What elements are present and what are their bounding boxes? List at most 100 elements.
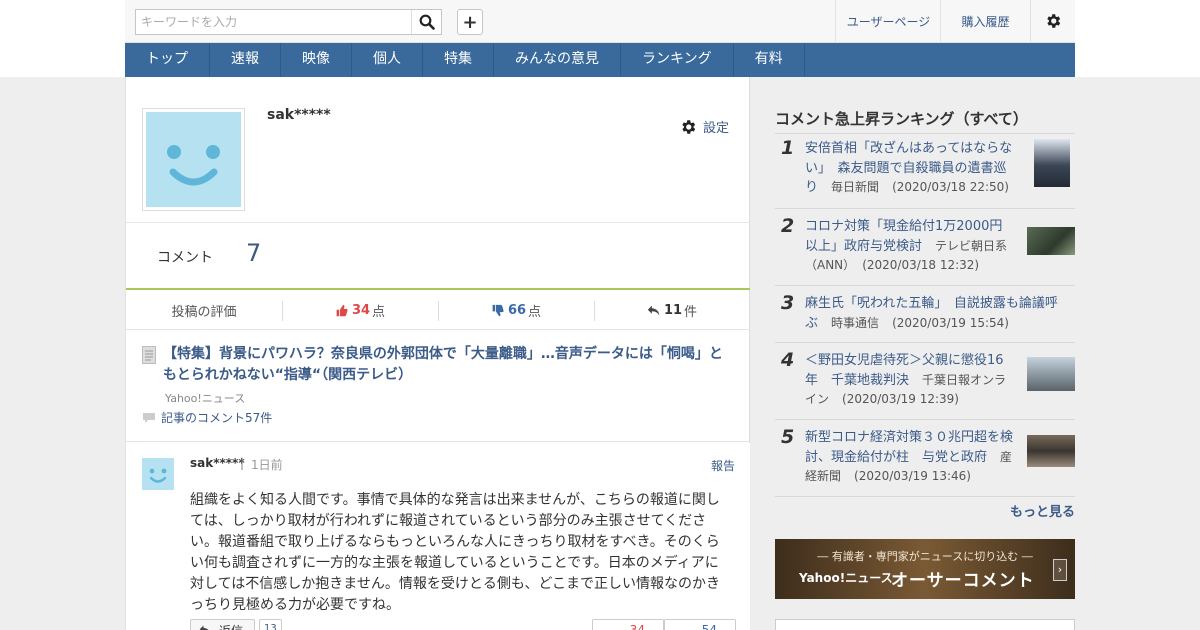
ranking-item-source: 時事通信 <box>831 315 880 330</box>
header-bar: + ユーザーページ 購入履歴 <box>125 0 1075 43</box>
nav-item-breaking[interactable]: 速報 <box>210 43 281 77</box>
ranking-item-title: 新型コロナ経済対策３０兆円超を検討、現金給付が柱 与党と政府 <box>805 430 1014 465</box>
more-link[interactable]: もっと見る <box>1010 501 1075 520</box>
thumbs-up-icon <box>336 304 348 317</box>
ranking-thumbnail <box>1027 227 1075 255</box>
main-nav: トップ 速報 映像 個人 特集 みんなの意見 ランキング 有料 <box>125 43 1075 77</box>
ranking-thumbnail <box>1027 357 1075 391</box>
ranking-item-date: (2020/03/18 12:32) <box>862 258 980 272</box>
ranking-item-text[interactable]: 麻生氏「呪われた五輪」 自説披露も論議呼ぶ 時事通信 (2020/03/19 1… <box>805 294 1070 333</box>
author-comment-banner[interactable]: ― 有識者・専門家がニュースに切り込む ― Yahoo!ニュース オーサーコメン… <box>775 539 1075 599</box>
profile-header: sak***** 設定 <box>126 77 750 223</box>
settings-label: 設定 <box>703 121 730 136</box>
replies-unit: 件 <box>684 305 698 320</box>
plus-icon: + <box>462 11 478 33</box>
search-button[interactable] <box>411 10 441 34</box>
user-page-link[interactable]: ユーザーページ <box>835 0 941 42</box>
comment-count-row: コメント 7 <box>126 223 750 290</box>
article-title-link[interactable]: 【特集】背景にパワハラ？奈良県の外郭団体で「大量離職」…音声データには「恫喝」と… <box>163 344 733 386</box>
replies-value: 11 <box>663 303 683 318</box>
ranking-item-source: 毎日新聞 <box>831 180 880 194</box>
report-link[interactable]: 報告 <box>711 457 735 474</box>
rating-label: 投稿の評価 <box>171 305 237 320</box>
reply-count-badge: 13 <box>259 619 282 630</box>
nav-item-opinions[interactable]: みんなの意見 <box>494 43 621 77</box>
like-count: 34 <box>629 623 645 630</box>
article-source: Yahoo!ニュース <box>165 392 246 405</box>
speech-bubble-icon <box>143 412 155 423</box>
likes-unit: 点 <box>372 305 386 320</box>
nav-item-feature[interactable]: 特集 <box>423 43 494 77</box>
nav-item-paid[interactable]: 有料 <box>734 43 805 77</box>
smiley-avatar-icon <box>146 112 241 207</box>
sidebar-ad-box <box>775 619 1075 630</box>
nav-item-personal[interactable]: 個人 <box>352 43 423 77</box>
comment-timestamp: 1日前 <box>251 458 283 472</box>
dislike-count: 54 <box>701 623 717 630</box>
reply-label: 返信 <box>219 622 243 630</box>
ranking-item[interactable]: 2 コロナ対策「現金給付1万2000円以上」政府与党検討 テレビ朝日系（ANN）… <box>775 209 1075 286</box>
article-comments-label: 記事のコメント57件 <box>161 411 273 425</box>
add-button[interactable]: + <box>457 9 483 35</box>
ranking-item[interactable]: 5 新型コロナ経済対策３０兆円超を検討、現金給付が柱 与党と政府 産経新聞 (2… <box>775 420 1075 497</box>
dislikes-unit: 点 <box>528 305 542 320</box>
gear-icon <box>1047 14 1061 28</box>
banner-subtitle: ― 有識者・専門家がニュースに切り込む ― <box>817 550 1033 563</box>
smiley-avatar-icon <box>149 468 167 483</box>
nav-item-ranking[interactable]: ランキング <box>621 43 734 77</box>
comment-avatar <box>142 458 174 490</box>
like-button[interactable]: 34 <box>592 619 664 630</box>
chevron-right-icon: › <box>1053 559 1067 581</box>
ranking-item-text[interactable]: 新型コロナ経済対策３０兆円超を検討、現金給付が柱 与党と政府 産経新聞 (202… <box>805 428 1015 487</box>
dislikes-value: 66 <box>507 303 527 318</box>
ranking-item[interactable]: 4 ＜野田女児虐待死＞父親に懲役16年 千葉地裁判決 千葉日報オンライン (20… <box>775 343 1075 420</box>
ranking-item[interactable]: 3 麻生氏「呪われた五輪」 自説披露も論議呼ぶ 時事通信 (2020/03/19… <box>775 286 1075 343</box>
banner-brand: Yahoo!ニュース <box>799 571 893 585</box>
ranking-number: 1 <box>781 137 795 159</box>
comment-count-value: 7 <box>246 239 262 267</box>
article-comments-link[interactable]: 記事のコメント57件 <box>142 409 272 426</box>
comment-count-label: コメント <box>157 250 213 266</box>
settings-button[interactable] <box>1030 0 1075 42</box>
profile-username: sak***** <box>267 107 331 123</box>
comment-meta-separator: | <box>240 456 245 470</box>
replies-stat: 11 件 <box>594 292 750 329</box>
ranking-number: 3 <box>781 292 795 314</box>
ranking-number: 5 <box>781 426 795 448</box>
comment-username: sak***** <box>190 456 245 470</box>
gear-icon <box>682 119 696 134</box>
purchase-history-link[interactable]: 購入履歴 <box>940 0 1030 42</box>
thumbs-down-icon <box>492 304 504 317</box>
ranking-item-date: (2020/03/19 15:54) <box>892 315 1009 330</box>
reply-arrow-icon <box>647 305 660 316</box>
reply-button[interactable]: 返信 <box>190 619 255 630</box>
nav-item-video[interactable]: 映像 <box>281 43 352 77</box>
comment-text: 組織をよく知る人間です。事情で具体的な発言は出来ませんが、こちらの報道に関しては… <box>190 492 721 613</box>
ranking-number: 4 <box>781 349 795 371</box>
search-input[interactable] <box>136 10 406 34</box>
ranking-item-date: (2020/03/19 12:39) <box>842 392 959 406</box>
nav-item-top[interactable]: トップ <box>125 43 210 77</box>
dislike-button[interactable]: 54 <box>664 619 736 630</box>
ranking-number: 2 <box>781 215 795 237</box>
ranking-item-text[interactable]: 安倍首相「改ざんはあってはならない」 森友問題で自殺職員の遺書巡り 毎日新聞 (… <box>805 139 1015 198</box>
search-icon <box>419 14 435 30</box>
avatar <box>142 108 245 211</box>
ranking-item[interactable]: 1 安倍首相「改ざんはあってはならない」 森友問題で自殺職員の遺書巡り 毎日新聞… <box>775 131 1075 209</box>
ranking-item-text[interactable]: コロナ対策「現金給付1万2000円以上」政府与党検討 テレビ朝日系（ANN） (… <box>805 217 1015 276</box>
rating-label-cell: 投稿の評価 <box>126 292 282 329</box>
ranking-sidebar: コメント急上昇ランキング（すべて） 1 安倍首相「改ざんはあってはならない」 森… <box>775 77 1075 630</box>
document-icon <box>142 346 156 364</box>
ranking-item-date: (2020/03/19 13:46) <box>854 469 971 483</box>
ranking-thumbnail <box>1027 435 1075 467</box>
search-box <box>135 9 442 35</box>
ranking-item-text[interactable]: ＜野田女児虐待死＞父親に懲役16年 千葉地裁判決 千葉日報オンライン (2020… <box>805 351 1015 410</box>
reply-arrow-icon <box>199 625 209 630</box>
profile-settings-link[interactable]: 設定 <box>679 117 729 136</box>
article-card: 【特集】背景にパワハラ？奈良県の外郭団体で「大量離職」…音声データには「恫喝」と… <box>126 330 750 442</box>
top-header: + ユーザーページ 購入履歴 トップ 速報 映像 個人 特集 みんなの意見 ラン… <box>0 0 1200 77</box>
dislikes-stat: 66 点 <box>438 292 594 329</box>
rating-stats: 投稿の評価 34 点 66 点 11 件 <box>126 292 750 330</box>
ranking-thumbnail <box>1034 139 1070 187</box>
banner-main-text: オーサーコメント <box>891 571 1035 591</box>
